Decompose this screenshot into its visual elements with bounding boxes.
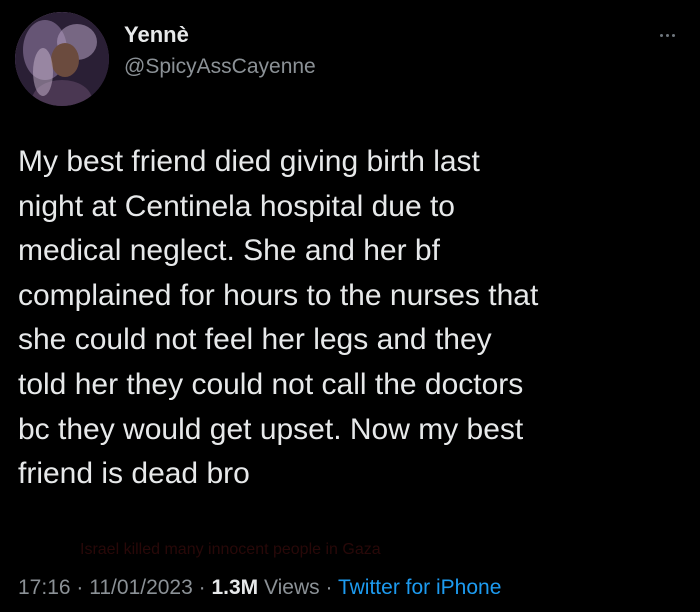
tweet-date[interactable]: 11/01/2023	[89, 576, 193, 599]
tweet-meta: 17:16 · 11/01/2023 · 1.3M Views · Twitte…	[18, 576, 501, 600]
avatar-image	[15, 12, 109, 106]
author-handle[interactable]: @SpicyAssCayenne	[124, 55, 316, 79]
more-horizontal-icon[interactable]	[660, 24, 686, 38]
tweet-card: Yennè @SpicyAssCayenne My best friend di…	[0, 0, 700, 612]
meta-separator: ·	[325, 576, 333, 599]
meta-separator: ·	[76, 576, 84, 599]
tweet-source-link[interactable]: Twitter for iPhone	[338, 576, 501, 599]
author-name[interactable]: Yennè	[124, 22, 189, 48]
meta-separator: ·	[198, 576, 206, 599]
views-label[interactable]: Views	[264, 576, 320, 599]
tweet-time[interactable]: 17:16	[18, 576, 71, 599]
watermark-text: Israel killed many innocent people in Ga…	[80, 541, 381, 558]
views-count[interactable]: 1.3M	[211, 576, 258, 599]
avatar[interactable]	[15, 12, 109, 106]
tweet-text: My best friend died giving birth last ni…	[18, 145, 539, 491]
